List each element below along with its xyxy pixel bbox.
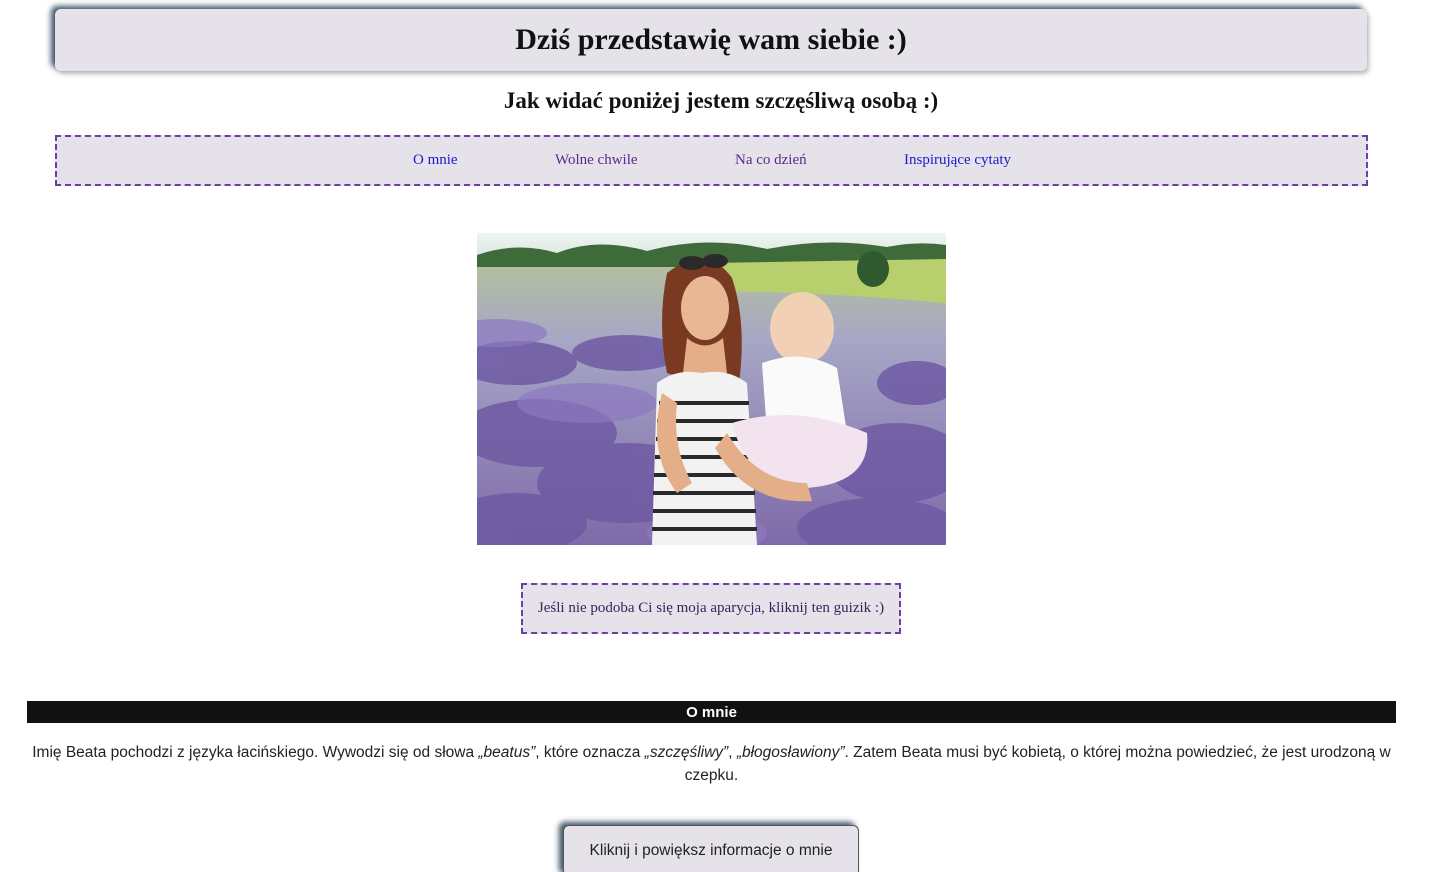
nav-link-o-mnie[interactable]: O mnie [413, 152, 458, 169]
enlarge-info-button[interactable]: Kliknij i powiększ informacje o mnie [563, 825, 859, 872]
title-banner: Dziś przedstawię wam siebie :) [55, 9, 1367, 71]
appearance-button[interactable]: Jeśli nie podoba Ci się moja aparycja, k… [521, 583, 901, 634]
about-text-1: Imię Beata pochodzi z języka łacińskiego… [32, 744, 479, 761]
about-text-3: , [728, 744, 737, 761]
page-title: Dziś przedstawię wam siebie :) [515, 23, 907, 56]
about-text-2: , które oznacza [535, 744, 645, 761]
page: Dziś przedstawię wam siebie :) Jak widać… [0, 0, 1442, 872]
profile-photo [477, 233, 946, 545]
appearance-button-label: Jeśli nie podoba Ci się moja aparycja, k… [537, 600, 885, 616]
page-subtitle: Jak widać poniżej jestem szczęśliwą osob… [503, 88, 939, 113]
section-heading: O mnie [686, 703, 737, 721]
nav-link-wolne-chwile[interactable]: Wolne chwile [555, 152, 638, 169]
about-emphasis-szczesliwy: „szczęśliwy” [644, 744, 729, 761]
nav-link-inspirujace-cytaty[interactable]: Inspirujące cytaty [904, 152, 1011, 169]
about-paragraph: Imię Beata pochodzi z języka łacińskiego… [27, 741, 1396, 787]
about-emphasis-blogoslawiony: „błogosławiony” [736, 744, 845, 761]
nav-link-na-co-dzien[interactable]: Na co dzień [735, 152, 807, 169]
about-emphasis-beatus: „beatus” [478, 744, 536, 761]
main-nav: O mnie Wolne chwile Na co dzień Inspiruj… [55, 135, 1368, 186]
section-heading-bar: O mnie [27, 701, 1396, 723]
